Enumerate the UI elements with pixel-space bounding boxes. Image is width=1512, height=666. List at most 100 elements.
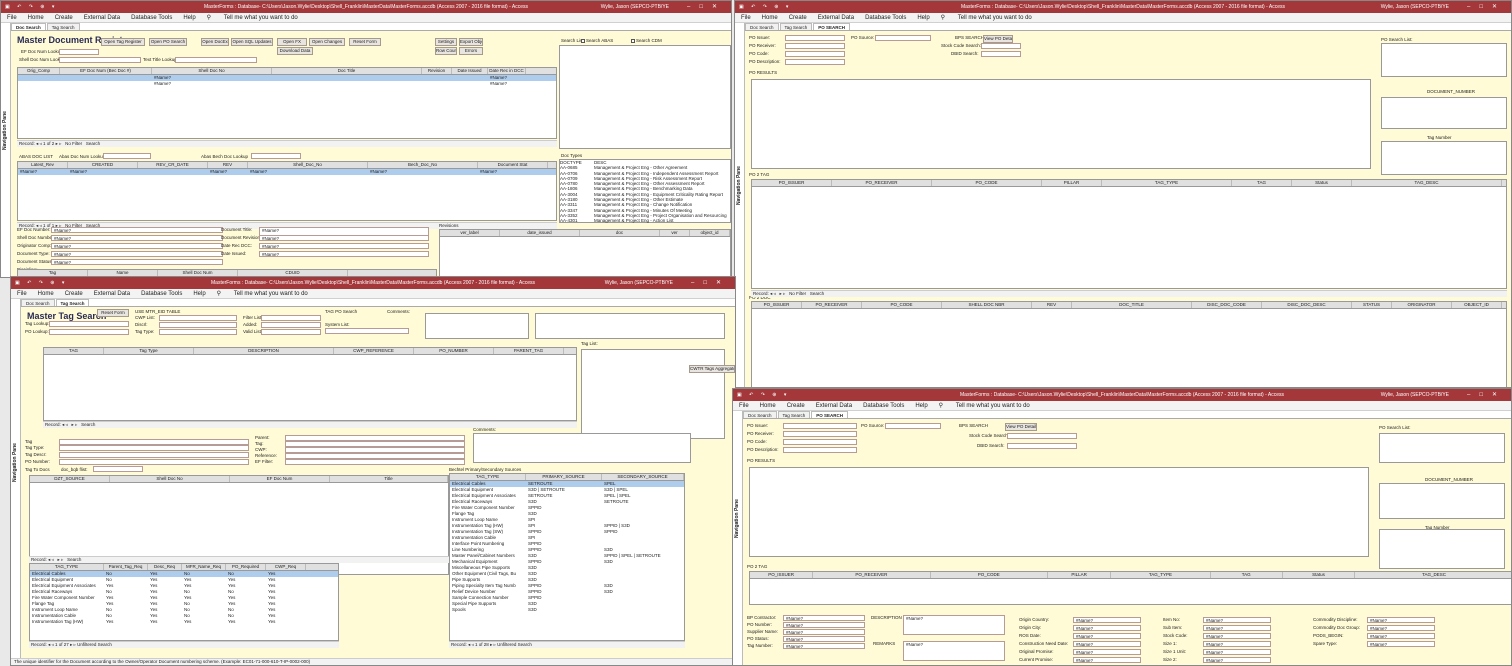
record-navigator[interactable]: Record: ◂ ◃ ▸ ▹ No Filter Search [751,290,1507,297]
column-header[interactable]: CWP_Req [266,564,306,570]
tell-me-search[interactable]: Tell me what you want to do [234,291,308,297]
column-header[interactable]: Parent_Tag_Req [104,564,148,570]
column-header[interactable]: object_id [690,230,730,236]
unfiltered-label[interactable]: Unfiltered [497,642,516,647]
column-header[interactable]: PO_CODE [862,302,942,308]
column-header[interactable]: DESCRIPTION [194,348,334,354]
use-mtr-checkbox[interactable]: USE MTR_EID TABLE [135,309,180,314]
po-filter-input[interactable] [785,59,845,65]
detail-field[interactable]: #Name? [783,636,865,642]
column-header[interactable]: Title [330,476,448,482]
column-header[interactable]: DISC_DOC_CODE [1192,302,1262,308]
column-header[interactable]: Doc Title [272,68,422,74]
menu-create[interactable]: Create [55,15,73,21]
po-filter-input[interactable] [783,439,857,445]
open-fx-button[interactable]: Open FX [277,38,307,46]
no-filter-label[interactable]: No Filter [789,291,806,296]
column-header[interactable]: CWP_REFERENCE [334,348,414,354]
column-header[interactable]: Shell Doc No [152,68,272,74]
detail-field[interactable]: #Name? [1367,625,1435,631]
menu-file[interactable]: File [739,403,749,409]
record-navigator[interactable]: Record: ◂ ◃ ▸ ▹ Search [43,421,577,428]
tag-filter-input[interactable] [159,322,237,328]
column-header[interactable]: PRIMARY_SOURCE [526,474,602,480]
po-source-select[interactable] [875,35,931,41]
po-to-doc-grid[interactable]: PO_ISSUER PO_RECEIVER PO_CODE SHELL DOC NBR… [751,301,1507,387]
navigation-pane[interactable]: Navigation Pane [1,23,11,277]
tell-me-search[interactable]: Tell me what you want to do [224,15,298,21]
detail-field[interactable]: #Name? [1367,617,1435,623]
column-header[interactable]: Revision [422,68,452,74]
detail-field[interactable]: #Name? [1073,649,1141,655]
detail-field[interactable]: #Name? [1203,617,1271,623]
column-header[interactable]: PILLAR [1048,572,1112,578]
column-header[interactable]: REV [208,162,248,168]
column-header[interactable]: REV [1032,302,1072,308]
menu-external-data[interactable]: External Data [84,15,120,21]
column-header[interactable]: PO_RECEIVER [802,302,862,308]
detail-field[interactable]: #Name? [1203,657,1271,663]
no-filter-label[interactable]: No Filter [65,141,82,146]
column-header[interactable]: SECONDARY_SOURCE [602,474,684,480]
po-filter-input[interactable] [785,43,845,49]
tag-filter-input[interactable] [261,329,321,335]
tag-requirements-grid[interactable]: TAG_TYPE Parent_Tag_Req Desc_Req MFR_Name_R… [29,563,339,641]
tab-tag-search[interactable]: Tag Search [55,299,90,306]
column-header[interactable]: Shell Doc No [110,476,230,482]
column-header[interactable]: EF Doc Num (Bec Doc #) [60,68,152,74]
document-results-grid[interactable]: Orig_Comp EF Doc Num (Bec Doc #) Shell Doc… [17,67,557,139]
detail-field[interactable]: #Name? [1203,649,1271,655]
open-changes-button[interactable]: Open Changes [309,38,345,46]
column-header[interactable]: SHELL DOC NBR [942,302,1032,308]
menu-help[interactable]: Help [917,15,929,21]
record-search[interactable]: Search [98,642,112,647]
tag-list-box[interactable] [581,349,725,439]
view-po-detail-button[interactable]: View PO Detail [1005,423,1037,431]
tab-po-search[interactable]: PO SEARCH [813,23,851,30]
column-header[interactable]: PILLAR [1042,180,1102,186]
detail-field[interactable]: #Name? [1203,625,1271,631]
po-search-list[interactable] [1379,433,1505,463]
table-row[interactable]: Spools S3D [450,607,684,613]
column-header[interactable]: ORIGINATOR [1392,302,1452,308]
tag-detail-input[interactable] [285,459,465,465]
tab-doc-search[interactable]: Doc Search [743,411,777,418]
window-controls[interactable]: ‒□✕ [1467,391,1506,398]
menu-home[interactable]: Home [762,15,778,21]
record-navigator[interactable]: Record: ◂ ◃ 1 of 2 ▸ ▹ No Filter Search [17,140,557,147]
menu-home[interactable]: Home [38,291,54,297]
column-header[interactable]: TAG_TYPE [1102,180,1232,186]
export-object-button[interactable]: Export Object [459,38,483,46]
tab-doc-search[interactable]: Doc Search [11,23,46,30]
stock-code-input[interactable] [1007,433,1077,439]
view-po-detail-button[interactable]: View PO Detail [983,35,1013,43]
po2tag-search-list[interactable] [1381,141,1507,175]
menu-file[interactable]: File [7,15,17,21]
detail-field[interactable]: #Name? [1203,633,1271,639]
column-header[interactable]: TAG [1211,572,1283,578]
column-header[interactable]: Bech_Doc_No [368,162,478,168]
search-list-box[interactable] [559,45,731,149]
tag-filter-input[interactable] [261,322,321,328]
column-header[interactable]: TAG [44,348,104,354]
detail-field[interactable]: #Name? [51,259,223,265]
navigation-pane[interactable]: Navigation Pane [733,411,743,665]
record-navigator-src[interactable]: Record: ◂ ◃ 1 of 28 ▸ ▹ Unfiltered Searc… [449,641,685,648]
column-header[interactable]: REV_CR_DATE [138,162,208,168]
po-filter-input[interactable] [783,423,857,429]
detail-field[interactable]: #Name? [783,622,865,628]
settings-button[interactable]: Settings [435,38,457,46]
tag-filter-input[interactable] [261,315,321,321]
menu-home[interactable]: Home [760,403,776,409]
detail-field[interactable]: #Name? [1073,617,1141,623]
ef-lookup-input[interactable] [59,49,99,55]
column-header[interactable]: PARENT_TAG [494,348,564,354]
column-header[interactable]: DZT_SOURCE [30,476,110,482]
menu-database-tools[interactable]: Database Tools [865,15,906,21]
record-search[interactable]: Search [86,141,100,146]
po-filter-input[interactable] [785,51,845,57]
doc-types-list[interactable]: DOCTYPE DESC AA-0685 Management & Project E… [559,159,731,223]
detail-field[interactable]: #Name? [1073,657,1141,663]
tag-comments-box[interactable] [473,433,691,463]
detail-field[interactable]: #Name? [51,227,223,233]
